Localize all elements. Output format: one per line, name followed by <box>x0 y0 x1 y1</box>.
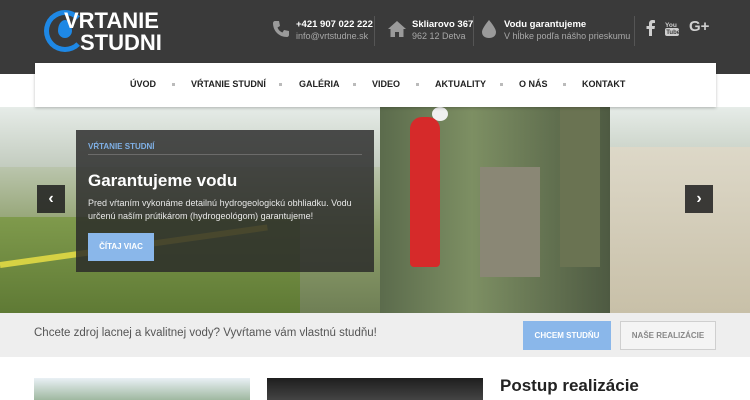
hero-photo-bag <box>480 167 540 277</box>
hero-photo-rig-tower <box>560 107 600 267</box>
slide-caption: VŔTANIE STUDNÍ Garantujeme vodu Pred vŕt… <box>76 130 374 272</box>
google-plus-icon[interactable]: G+ <box>689 18 709 35</box>
svg-text:You: You <box>665 22 677 29</box>
video-thumbnail[interactable] <box>267 378 483 400</box>
svg-text:Tube: Tube <box>666 30 679 36</box>
read-more-button[interactable]: ČÍTAJ VIAC <box>88 233 154 261</box>
slider-prev-arrow-icon[interactable]: ‹ <box>37 185 65 213</box>
nav-item-galeria[interactable]: GALÉRIA <box>299 79 340 89</box>
call-to-action-bar: Chcete zdroj lacnej a kvalitnej vody? Vy… <box>0 313 750 357</box>
nav-item-uvod[interactable]: ÚVOD <box>130 79 156 89</box>
header-divider <box>473 16 474 46</box>
nav-separator <box>563 83 566 86</box>
header-email[interactable]: info@vrtstudne.sk <box>296 31 368 41</box>
slide-text: Pred vŕtaním vykonáme detailnú hydrogeol… <box>88 198 352 221</box>
nav-separator <box>500 83 503 86</box>
gallery-thumbnail[interactable] <box>34 378 250 400</box>
hero-photo-worker <box>410 117 440 267</box>
slide-category[interactable]: VŔTANIE STUDNÍ <box>88 142 155 151</box>
section-title: Postup realizácie <box>500 376 639 395</box>
cta-text: Chcete zdroj lacnej a kvalitnej vody? Vy… <box>34 327 377 339</box>
nav-separator <box>172 83 175 86</box>
guarantee-title: Vodu garantujeme <box>504 19 587 30</box>
slide-divider <box>88 154 362 155</box>
youtube-icon[interactable]: You Tube <box>665 20 681 39</box>
slider-next-arrow-icon[interactable]: › <box>685 185 713 213</box>
nav-separator <box>416 83 419 86</box>
nav-item-video[interactable]: VIDEO <box>372 79 400 89</box>
phone-icon <box>273 21 289 37</box>
home-icon <box>388 21 406 37</box>
nav-separator <box>353 83 356 86</box>
water-drop-icon <box>482 20 496 38</box>
slide-title: Garantujeme vodu <box>88 171 238 190</box>
nav-separator <box>279 83 282 86</box>
header-street: Skliarovo 367 <box>412 19 474 30</box>
nav-item-o-nas[interactable]: O NÁS <box>519 79 548 89</box>
guarantee-subtitle: V hĺbke podľa nášho prieskumu <box>504 31 631 41</box>
nav-item-aktuality[interactable]: AKTUALITY <box>435 79 486 89</box>
header-city: 962 12 Detva <box>412 31 466 41</box>
logo-text-bottom: STUDNI <box>80 30 162 55</box>
header-divider <box>374 16 375 46</box>
header-divider <box>634 16 635 46</box>
want-well-button[interactable]: CHCEM STUDŇU <box>523 321 611 350</box>
site-logo[interactable]: VRTANIE STUDNI <box>44 6 164 56</box>
facebook-icon[interactable] <box>645 20 656 39</box>
main-navigation: ÚVOD VŔTANIE STUDNÍ GALÉRIA VIDEO AKTUAL… <box>35 63 716 107</box>
header-phone[interactable]: +421 907 022 222 <box>296 19 373 30</box>
nav-item-vrtanie-studni[interactable]: VŔTANIE STUDNÍ <box>191 79 266 89</box>
nav-item-kontakt[interactable]: KONTAKT <box>582 79 625 89</box>
our-projects-button[interactable]: NAŠE REALIZÁCIE <box>620 321 716 350</box>
